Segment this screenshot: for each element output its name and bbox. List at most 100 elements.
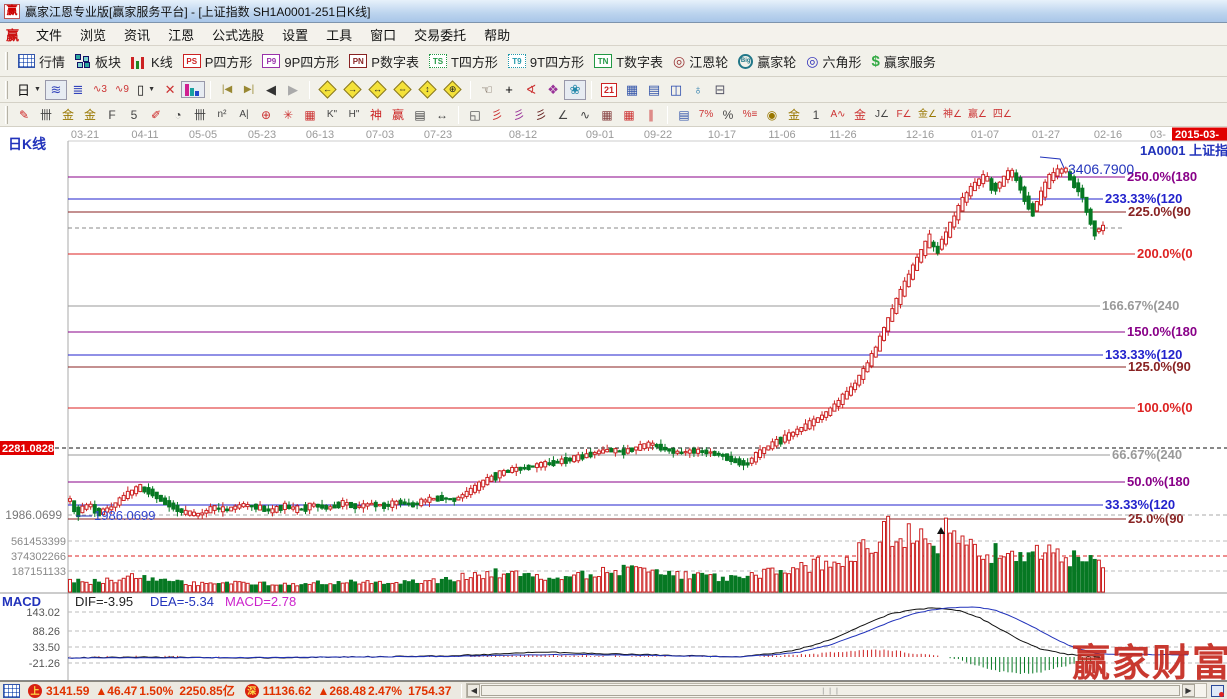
shenzhen-market-icon[interactable]: 深 — [245, 684, 259, 698]
nav-crosshair-tool[interactable]: + — [498, 80, 520, 100]
draw-grid-dots[interactable]: ▦ — [596, 105, 618, 125]
nav-map-tool[interactable]: ❀ — [564, 80, 586, 100]
nav-pattern-x[interactable]: ✕ — [159, 80, 181, 100]
draw-si-angle[interactable]: 四∠ — [990, 105, 1015, 125]
draw-brush[interactable]: ✐ — [145, 105, 167, 125]
menu-文件[interactable]: 文件 — [27, 23, 71, 46]
draw-gold-circle[interactable]: ◉ — [761, 105, 783, 125]
nav-first-page[interactable]: |◀ — [216, 80, 238, 100]
nav-zoom-v[interactable]: ↕ — [415, 79, 440, 100]
draw-shen-angle[interactable]: 神∠ — [940, 105, 965, 125]
tool-t-number-table[interactable]: TNT数字表 — [589, 49, 668, 74]
draw-one-pointer[interactable]: 1 — [805, 105, 827, 125]
draw-web[interactable]: ✳ — [277, 105, 299, 125]
draw-gold-angle[interactable]: 金∠ — [915, 105, 940, 125]
draw-ying-angle[interactable]: 赢∠ — [965, 105, 990, 125]
nav-shift-right[interactable]: → — [340, 79, 365, 100]
nav-send-web[interactable]: ♁ — [687, 80, 709, 100]
draw-k-quote[interactable]: K" — [321, 105, 343, 125]
menu-公式选股[interactable]: 公式选股 — [203, 23, 273, 46]
menu-浏览[interactable]: 浏览 — [71, 23, 115, 46]
kline-chart-canvas[interactable]: 03-2104-1105-0505-2306-1307-0307-2308-12… — [0, 127, 1227, 681]
draw-pencil[interactable]: ✎ — [13, 105, 35, 125]
menu-江恩[interactable]: 江恩 — [159, 23, 203, 46]
draw-fan[interactable]: 彡 — [486, 105, 508, 125]
draw-width-measure[interactable]: ↔ — [431, 105, 453, 125]
scroll-left-arrow-icon[interactable]: ◀ — [467, 684, 480, 697]
draw-gann-grid[interactable]: 卌 — [35, 105, 57, 125]
nav-shift-left[interactable]: ← — [315, 79, 340, 100]
scroll-right-arrow-icon[interactable]: ▶ — [1182, 684, 1195, 697]
nav-next-bar[interactable]: ▶ — [282, 80, 304, 100]
toolbar-grip[interactable] — [5, 52, 8, 70]
tool-gann-wheel[interactable]: ◎江恩轮 — [668, 49, 733, 74]
tool-p-square[interactable]: PSP四方形 — [178, 49, 258, 74]
nav-calendar[interactable]: 21 — [597, 81, 621, 99]
draw-n-square[interactable]: n² — [211, 105, 233, 125]
draw-time-circle[interactable]: ◔ — [167, 105, 189, 125]
nav-zoom-all[interactable]: ⊕ — [440, 79, 465, 100]
tool-kline[interactable]: K线 — [126, 49, 178, 74]
draw-gold-ruler-1[interactable]: 金 — [57, 105, 79, 125]
draw-percent-lines[interactable]: %≡ — [739, 105, 761, 125]
tool-winner-wheel[interactable]: Big赢家轮 — [733, 49, 801, 74]
draw-j-angle[interactable]: J∠ — [871, 105, 893, 125]
tool-winner-service[interactable]: $赢家服务 — [867, 49, 941, 74]
draw-shen-tool[interactable]: 神 — [365, 105, 387, 125]
nav-wave-3[interactable]: ∿3 — [89, 80, 111, 100]
nav-save[interactable]: ◫ — [665, 80, 687, 100]
tool-t-square[interactable]: TST四方形 — [424, 49, 503, 74]
nav-zoom-out[interactable]: ⇔ — [390, 79, 415, 100]
nav-calculator[interactable]: ▦ — [621, 80, 643, 100]
nav-gann-stamp[interactable]: ❖ — [542, 80, 564, 100]
nav-candle-style[interactable]: ▯▼ — [133, 80, 159, 100]
nav-notes[interactable]: ▤ — [643, 80, 665, 100]
draw-percent[interactable]: % — [717, 105, 739, 125]
nav-info-panel[interactable]: ≣ — [67, 80, 89, 100]
menu-资讯[interactable]: 资讯 — [115, 23, 159, 46]
scrollbar-thumb[interactable]: ❘❘❘ — [481, 685, 1180, 696]
draw-grid-box[interactable]: ▦ — [618, 105, 640, 125]
draw-percent-7[interactable]: 7% — [695, 105, 717, 125]
draw-a-line[interactable]: A| — [233, 105, 255, 125]
draw-zigzag[interactable]: ∿ — [574, 105, 596, 125]
draw-f-ruler[interactable]: F — [101, 105, 123, 125]
nav-prev-bar[interactable]: ◀ — [260, 80, 282, 100]
draw-list-settings[interactable]: ▤ — [673, 105, 695, 125]
market-grid-icon[interactable] — [3, 684, 20, 698]
app-menu-icon[interactable]: 赢 — [6, 25, 19, 44]
nav-period-day[interactable]: 日▼ — [13, 78, 45, 101]
draw-fan-box-dark[interactable]: 彡 — [530, 105, 552, 125]
menu-帮助[interactable]: 帮助 — [475, 23, 519, 46]
nav-overview[interactable]: ≋ — [45, 80, 67, 100]
draw-target-circle[interactable]: ⊕ — [255, 105, 277, 125]
nav-wave-9[interactable]: ∿9 — [111, 80, 133, 100]
draw-gold-ruler-2[interactable]: 金 — [79, 105, 101, 125]
draw-angle-pair[interactable]: ∠ — [552, 105, 574, 125]
horizontal-scrollbar[interactable]: ◀ ❘❘❘ ▶ — [466, 683, 1207, 698]
tool-sectors[interactable]: 板块 — [70, 49, 126, 74]
draw-spiral[interactable]: 5 — [123, 105, 145, 125]
menu-交易委托[interactable]: 交易委托 — [405, 23, 475, 46]
tool-quotes[interactable]: 行情 — [13, 49, 70, 74]
draw-ying-tool[interactable]: 赢 — [387, 105, 409, 125]
draw-ruler-123[interactable]: ▤ — [409, 105, 431, 125]
nav-candle-style-dropdown-icon[interactable]: ▼ — [148, 86, 155, 93]
draw-parallel[interactable]: ∥ — [640, 105, 662, 125]
toolbar-grip[interactable] — [5, 106, 8, 124]
draw-f-angle[interactable]: F∠ — [893, 105, 915, 125]
tool-p-number-table[interactable]: PNP数字表 — [344, 49, 424, 74]
tool-hexagon[interactable]: ◎六角形 — [801, 49, 866, 74]
draw-fan-box[interactable]: 彡 — [508, 105, 530, 125]
nav-period-day-dropdown-icon[interactable]: ▼ — [34, 86, 41, 93]
draw-box-measure[interactable]: ◱ — [464, 105, 486, 125]
tool-9t-square[interactable]: T99T四方形 — [503, 49, 589, 74]
shanghai-market-icon[interactable]: 上 — [28, 684, 42, 698]
tool-9p-square[interactable]: P99P四方形 — [257, 49, 344, 74]
nav-hand-tool[interactable]: ☜ — [476, 80, 498, 100]
toolbar-grip[interactable] — [5, 81, 8, 99]
nav-spectrum[interactable] — [181, 81, 205, 98]
draw-web-box[interactable]: ▦ — [299, 105, 321, 125]
draw-a-wave[interactable]: A∿ — [827, 105, 849, 125]
nav-last-page[interactable]: ▶| — [238, 80, 260, 100]
